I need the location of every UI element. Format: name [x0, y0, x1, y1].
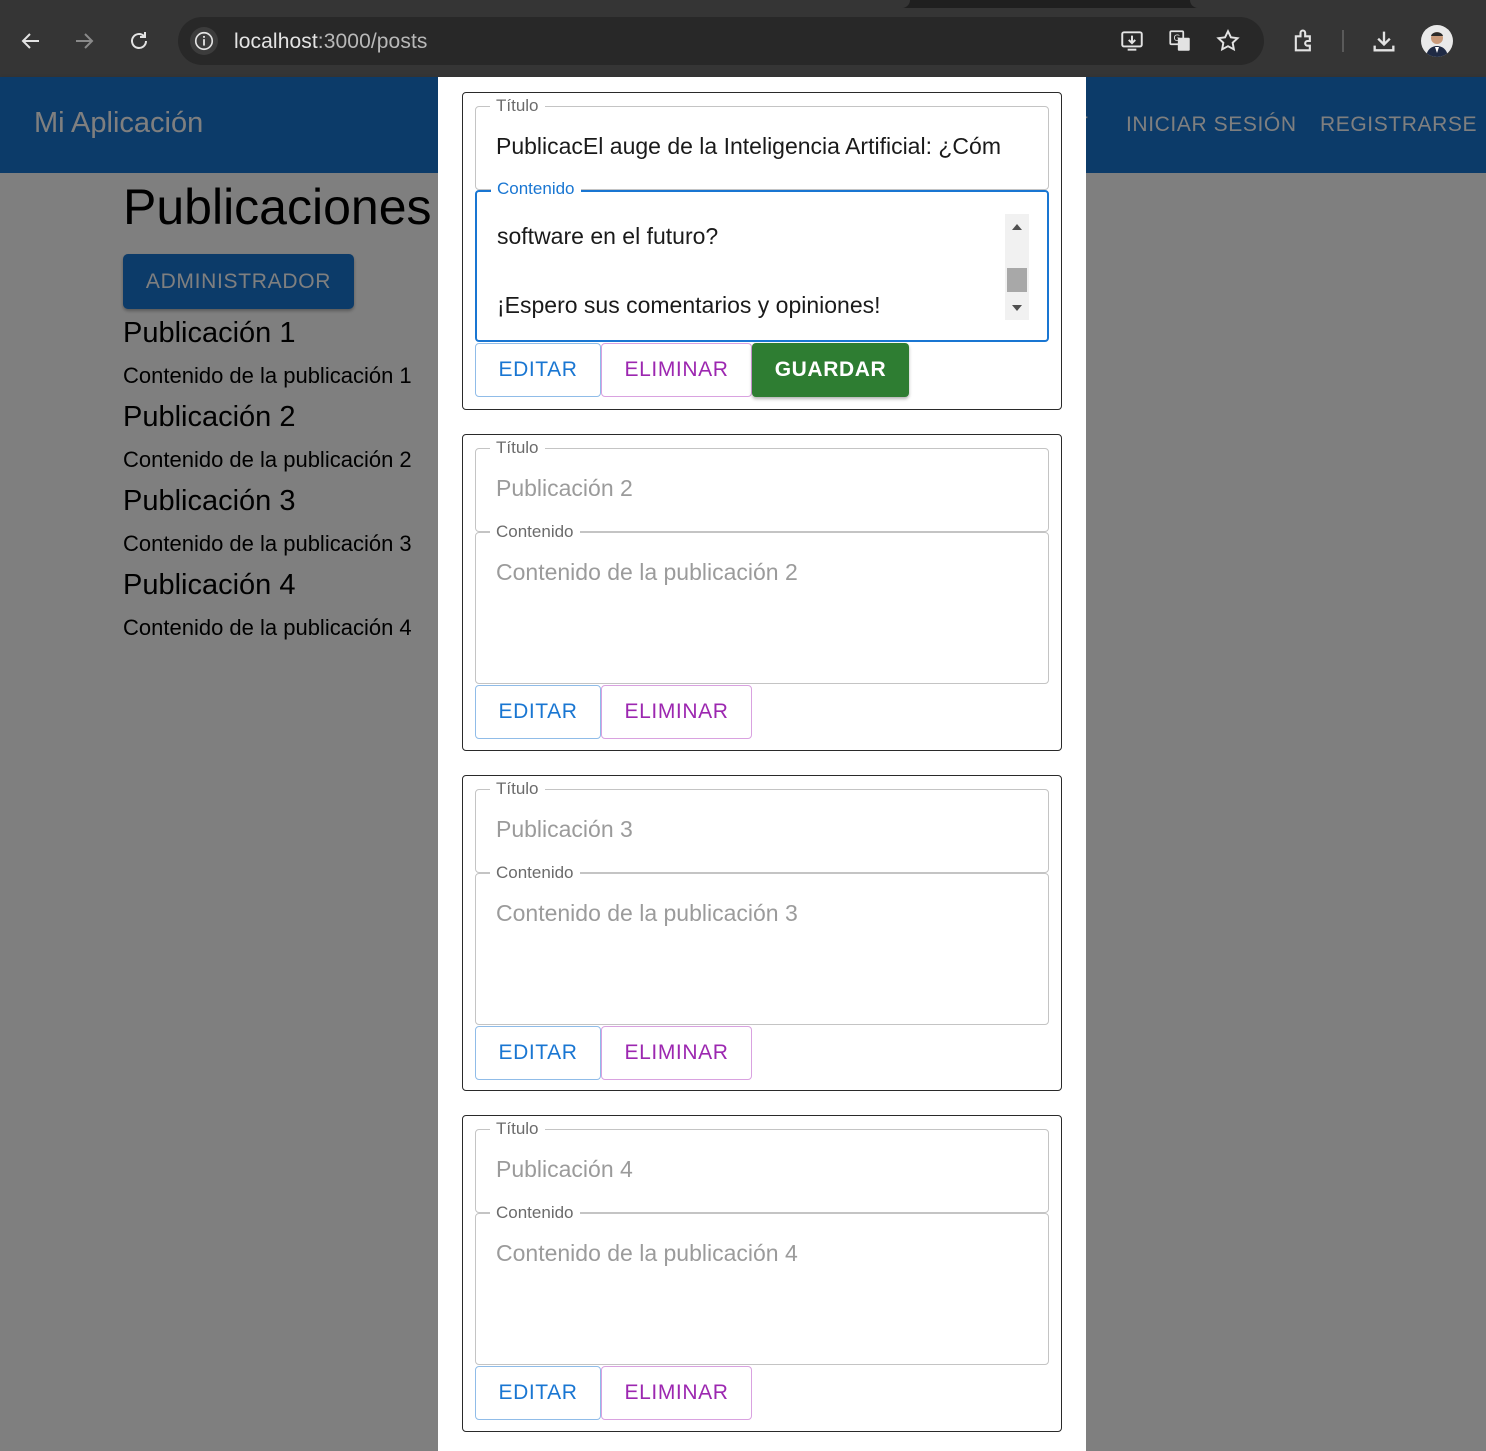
- title-field-label: Título: [490, 437, 545, 459]
- back-arrow-icon[interactable]: [11, 21, 51, 61]
- delete-button[interactable]: ELIMINAR: [601, 343, 752, 397]
- edit-button[interactable]: EDITAR: [475, 343, 601, 397]
- scrollbar-thumb[interactable]: [1007, 268, 1027, 292]
- address-bar[interactable]: localhost:3000/posts G: [178, 17, 1264, 65]
- downloads-icon[interactable]: [1368, 25, 1400, 57]
- post-edit-card: Título Publicación 3 Contenido Contenido…: [462, 775, 1062, 1091]
- admin-modal: Título PublicacEl auge de la Inteligenci…: [438, 77, 1086, 1451]
- svg-text:G: G: [1174, 34, 1181, 44]
- forward-arrow-icon[interactable]: [64, 21, 104, 61]
- content-input[interactable]: Contenido de la publicación 4: [496, 1240, 798, 1267]
- scroll-down-icon[interactable]: [1005, 298, 1029, 318]
- delete-button[interactable]: ELIMINAR: [601, 685, 752, 739]
- content-field[interactable]: Contenido software en el futuro? ¡Espero…: [475, 178, 1049, 342]
- delete-button[interactable]: ELIMINAR: [601, 1366, 752, 1420]
- post-edit-card: Título PublicacEl auge de la Inteligenci…: [462, 92, 1062, 410]
- edit-button[interactable]: EDITAR: [475, 1026, 601, 1080]
- content-field[interactable]: Contenido Contenido de la publicación 2: [475, 521, 1049, 684]
- title-field-label: Título: [490, 1118, 545, 1140]
- title-input[interactable]: PublicacEl auge de la Inteligencia Artif…: [496, 133, 1028, 160]
- post-edit-card: Título Publicación 4 Contenido Contenido…: [462, 1115, 1062, 1432]
- site-info-icon[interactable]: [190, 27, 218, 55]
- content-field-label: Contenido: [490, 521, 580, 543]
- content-field[interactable]: Contenido Contenido de la publicación 4: [475, 1202, 1049, 1365]
- url-host: localhost: [234, 30, 318, 53]
- reload-icon[interactable]: [119, 21, 159, 61]
- title-field[interactable]: Título Publicación 4: [475, 1118, 1049, 1213]
- title-field-label: Título: [490, 95, 545, 117]
- content-input[interactable]: Contenido de la publicación 2: [496, 559, 798, 586]
- browser-toolbar: localhost:3000/posts G: [0, 8, 1486, 77]
- toolbar-separator: [1342, 30, 1344, 52]
- active-tab[interactable]: [0, 0, 910, 8]
- url-path: :3000/posts: [317, 30, 428, 53]
- content-text-line[interactable]: ¡Espero sus comentarios y opiniones!: [497, 292, 881, 319]
- title-field[interactable]: Título Publicación 2: [475, 437, 1049, 532]
- title-field-label: Título: [490, 778, 545, 800]
- tab-strip-right: [1190, 0, 1486, 8]
- delete-button[interactable]: ELIMINAR: [601, 1026, 752, 1080]
- title-input[interactable]: Publicación 4: [496, 1156, 633, 1183]
- bookmark-star-icon[interactable]: [1214, 27, 1242, 55]
- translate-icon[interactable]: G: [1166, 27, 1194, 55]
- profile-avatar[interactable]: [1421, 25, 1453, 57]
- extensions-icon[interactable]: [1288, 25, 1320, 57]
- scroll-up-icon[interactable]: [1005, 216, 1029, 236]
- content-field[interactable]: Contenido Contenido de la publicación 3: [475, 862, 1049, 1025]
- content-field-label: Contenido: [490, 1202, 580, 1224]
- tab-strip: [0, 0, 1486, 8]
- save-button[interactable]: GUARDAR: [752, 343, 909, 397]
- url-text[interactable]: localhost:3000/posts: [234, 30, 427, 54]
- content-field-label: Contenido: [490, 862, 580, 884]
- title-input[interactable]: Publicación 3: [496, 816, 633, 843]
- install-app-icon[interactable]: [1118, 27, 1146, 55]
- content-scrollbar[interactable]: [1005, 214, 1029, 320]
- title-field[interactable]: Título Publicación 3: [475, 778, 1049, 873]
- content-text-line[interactable]: software en el futuro?: [497, 223, 718, 250]
- post-edit-card: Título Publicación 2 Contenido Contenido…: [462, 434, 1062, 751]
- edit-button[interactable]: EDITAR: [475, 685, 601, 739]
- title-input[interactable]: Publicación 2: [496, 475, 633, 502]
- edit-button[interactable]: EDITAR: [475, 1366, 601, 1420]
- content-input[interactable]: Contenido de la publicación 3: [496, 900, 798, 927]
- content-field-label: Contenido: [491, 178, 581, 200]
